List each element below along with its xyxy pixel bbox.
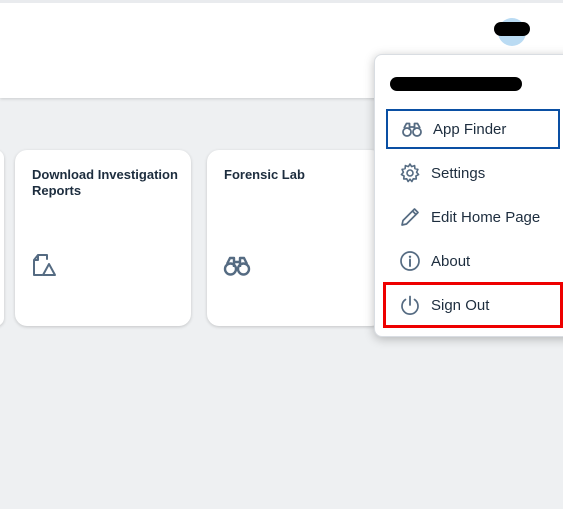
- binoculars-icon: [222, 250, 252, 280]
- tile-title: Forensic Lab: [224, 167, 305, 182]
- tile-download-investigation-reports[interactable]: Download Investigation Reports: [15, 150, 191, 326]
- user-menu-popover: App Finder Settings Edit Home Page About…: [374, 54, 563, 337]
- redacted-user-name: [390, 77, 522, 91]
- menu-item-label: Edit Home Page: [431, 208, 541, 226]
- user-avatar-button[interactable]: [494, 18, 530, 46]
- gear-icon: [399, 162, 421, 184]
- menu-item-label: App Finder: [433, 120, 507, 138]
- launchpad-page: Download Investigation Reports Forensic …: [0, 0, 563, 509]
- menu-item-label: About: [431, 252, 471, 270]
- info-icon: [399, 250, 421, 272]
- menu-item-settings[interactable]: Settings: [386, 153, 560, 193]
- binoculars-icon: [401, 118, 423, 140]
- menu-item-label: Settings: [431, 164, 486, 182]
- document-upload-icon: [30, 250, 60, 280]
- tile-partial[interactable]: [0, 150, 4, 326]
- menu-item-edit-home-page[interactable]: Edit Home Page: [386, 197, 560, 237]
- menu-item-sign-out[interactable]: Sign Out: [383, 282, 563, 328]
- tile-title: Download Investigation Reports: [32, 167, 178, 198]
- power-icon: [399, 294, 421, 316]
- menu-item-app-finder[interactable]: App Finder: [386, 109, 560, 149]
- tile-forensic-lab[interactable]: Forensic Lab: [207, 150, 383, 326]
- redacted-avatar-initials: [494, 22, 530, 36]
- menu-item-label: Sign Out: [431, 296, 490, 314]
- menu-item-about[interactable]: About: [386, 241, 560, 281]
- pencil-icon: [399, 206, 421, 228]
